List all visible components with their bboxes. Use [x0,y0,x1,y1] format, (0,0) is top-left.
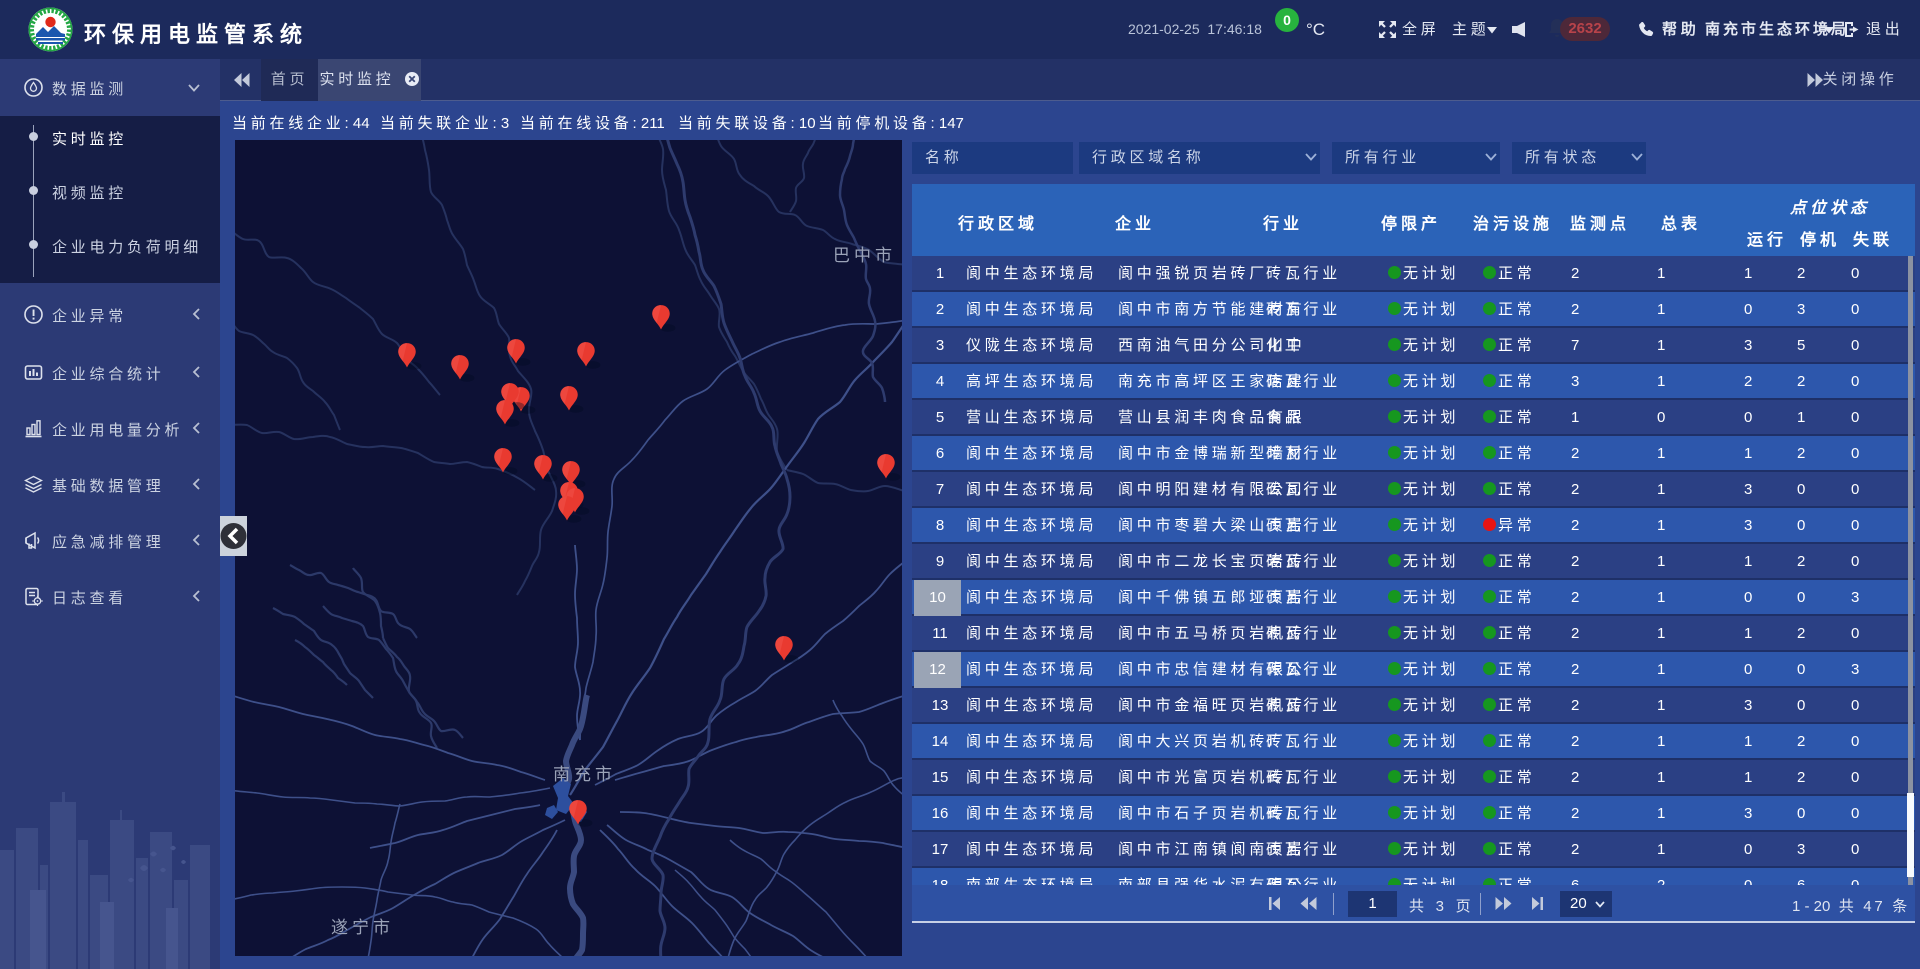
svg-text:遂宁市: 遂宁市 [331,918,394,937]
svg-text:巴中市: 巴中市 [833,246,896,265]
svg-text:南充市: 南充市 [553,765,616,784]
